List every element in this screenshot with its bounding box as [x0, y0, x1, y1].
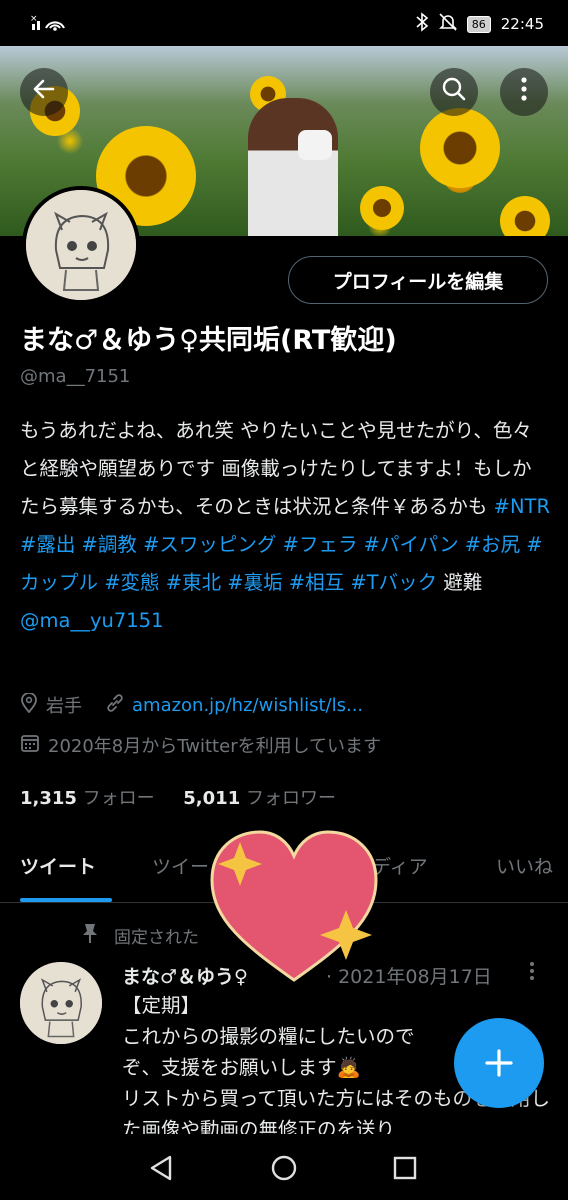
banner-person	[248, 98, 338, 236]
website-link[interactable]: amazon.jp/hz/wishlist/ls...	[132, 695, 363, 716]
avatar-drawing	[20, 962, 102, 1044]
mute-bell-icon	[438, 12, 457, 36]
location-text: 岩手	[46, 696, 82, 717]
status-bar: × 86 22:45	[0, 0, 568, 46]
bio-text: 避難	[437, 571, 483, 594]
more-button[interactable]	[500, 68, 548, 116]
nav-recents-icon[interactable]	[392, 1155, 418, 1185]
followers-link[interactable]: 5,011 フォロワー	[183, 788, 336, 809]
back-button[interactable]	[20, 68, 68, 116]
following-link[interactable]: 1,315 フォロー	[20, 788, 155, 809]
more-icon	[520, 76, 528, 109]
pinned-indicator: 固定された	[80, 922, 199, 949]
tab-tweets-replies[interactable]: ツイー	[152, 852, 209, 879]
heart-sticker	[210, 830, 378, 982]
system-nav-bar	[0, 1134, 568, 1200]
followers-count: 5,011	[183, 788, 241, 809]
active-tab-indicator	[20, 898, 112, 902]
pinned-label: 固定された	[114, 928, 199, 948]
pin-icon	[80, 922, 100, 949]
user-handle: @ma__7151	[20, 366, 131, 387]
compose-tweet-button[interactable]	[454, 1018, 544, 1108]
tweet-avatar[interactable]	[20, 962, 102, 1044]
edit-profile-button[interactable]: プロフィールを編集	[288, 256, 548, 304]
joined-text: 2020年8月からTwitterを利用しています	[48, 736, 382, 757]
more-vertical-icon	[528, 962, 536, 988]
battery-indicator: 86	[466, 15, 491, 33]
status-left: ×	[30, 12, 66, 36]
link-icon	[106, 693, 124, 717]
nav-home-icon[interactable]	[270, 1154, 298, 1186]
profile-bio: もうあれだよね、あれ笑 やりたいことや見せたがり、色々と経験や願望ありです 画像…	[20, 412, 550, 640]
profile-joined-row: 2020年8月からTwitterを利用しています	[20, 732, 381, 758]
status-right: 86 22:45	[415, 12, 544, 36]
banner-flower	[420, 108, 500, 188]
bio-mention[interactable]: @ma__yu7151	[20, 609, 163, 632]
tab-likes[interactable]: いいね	[496, 852, 553, 879]
banner-flower	[360, 186, 404, 230]
follow-stats: 1,315 フォロー 5,011 フォロワー	[20, 784, 336, 810]
signal-icon: ×	[30, 12, 66, 36]
search-icon	[441, 76, 467, 109]
back-icon	[31, 76, 57, 109]
location-icon	[20, 691, 38, 718]
banner-flower	[500, 196, 550, 236]
display-name: まな♂＆ゆう♀共同垢(RT歓迎)	[20, 325, 397, 356]
bio-text: もうあれだよね、あれ笑 やりたいことや見せたがり、色々と経験や願望ありです 画像…	[20, 419, 532, 518]
tab-tweets[interactable]: ツイート	[20, 852, 96, 879]
avatar-drawing	[26, 190, 136, 300]
profile-avatar[interactable]	[22, 186, 140, 304]
following-count: 1,315	[20, 788, 77, 809]
followers-label: フォロワー	[245, 788, 336, 809]
calendar-icon	[20, 733, 40, 758]
banner-mask	[298, 130, 332, 160]
bluetooth-icon	[415, 12, 429, 36]
compose-plus-icon	[483, 1036, 515, 1090]
following-label: フォロー	[82, 788, 155, 809]
clock: 22:45	[500, 15, 544, 33]
svg-text:×: ×	[30, 14, 38, 24]
profile-meta-row: 岩手 amazon.jp/hz/wishlist/ls...	[20, 691, 363, 718]
tweet-more-button[interactable]	[528, 960, 536, 988]
nav-back-icon[interactable]	[148, 1154, 174, 1186]
search-button[interactable]	[430, 68, 478, 116]
